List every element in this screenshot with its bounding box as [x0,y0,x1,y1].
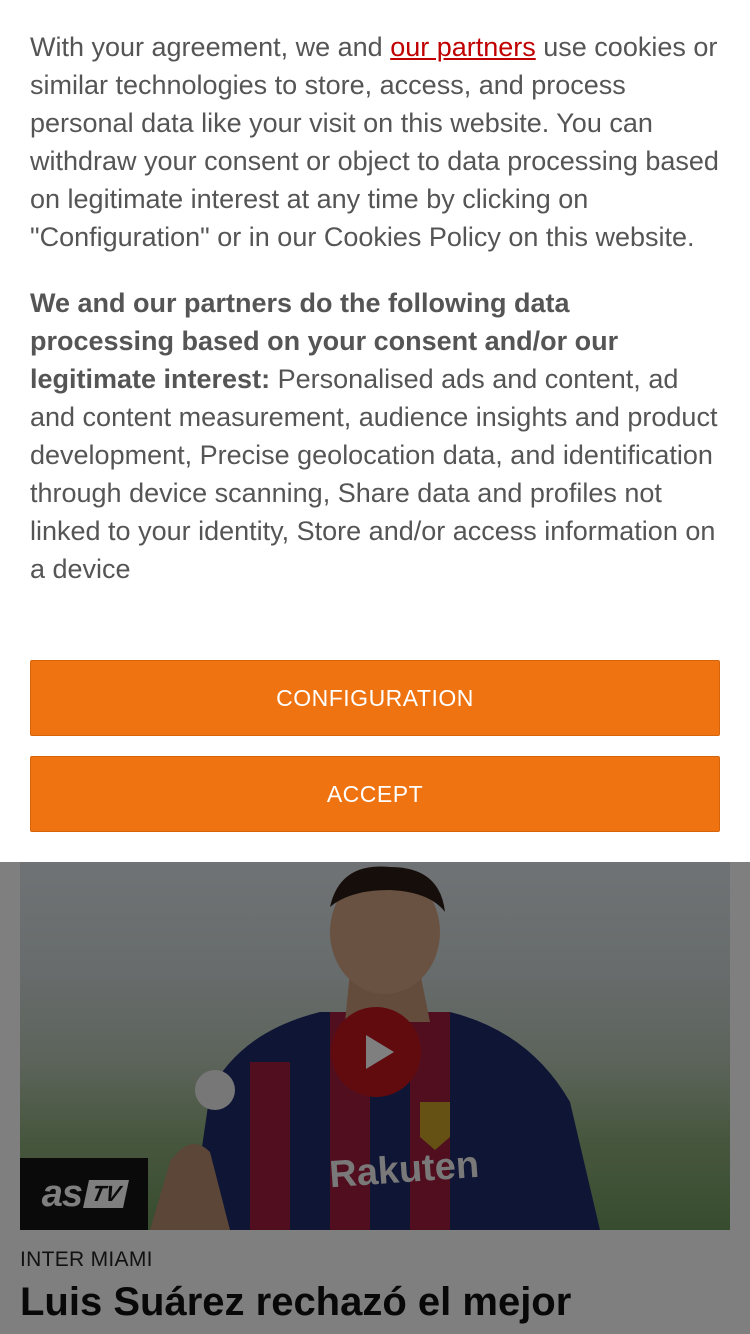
accept-button[interactable]: ACCEPT [30,756,720,832]
configuration-button[interactable]: CONFIGURATION [30,660,720,736]
consent-intro-text: With your agreement, we and our partners… [30,28,720,256]
consent-purposes-text: We and our partners do the following dat… [30,284,720,588]
cookie-consent-panel: With your agreement, we and our partners… [0,0,750,862]
purposes-list: Personalised ads and content, ad and con… [30,364,718,584]
consent-intro-after: use cookies or similar technologies to s… [30,32,719,252]
page: Rakuten as TV INTER M [0,0,750,1334]
our-partners-link[interactable]: our partners [390,32,536,62]
consent-intro-before: With your agreement, we and [30,32,391,62]
